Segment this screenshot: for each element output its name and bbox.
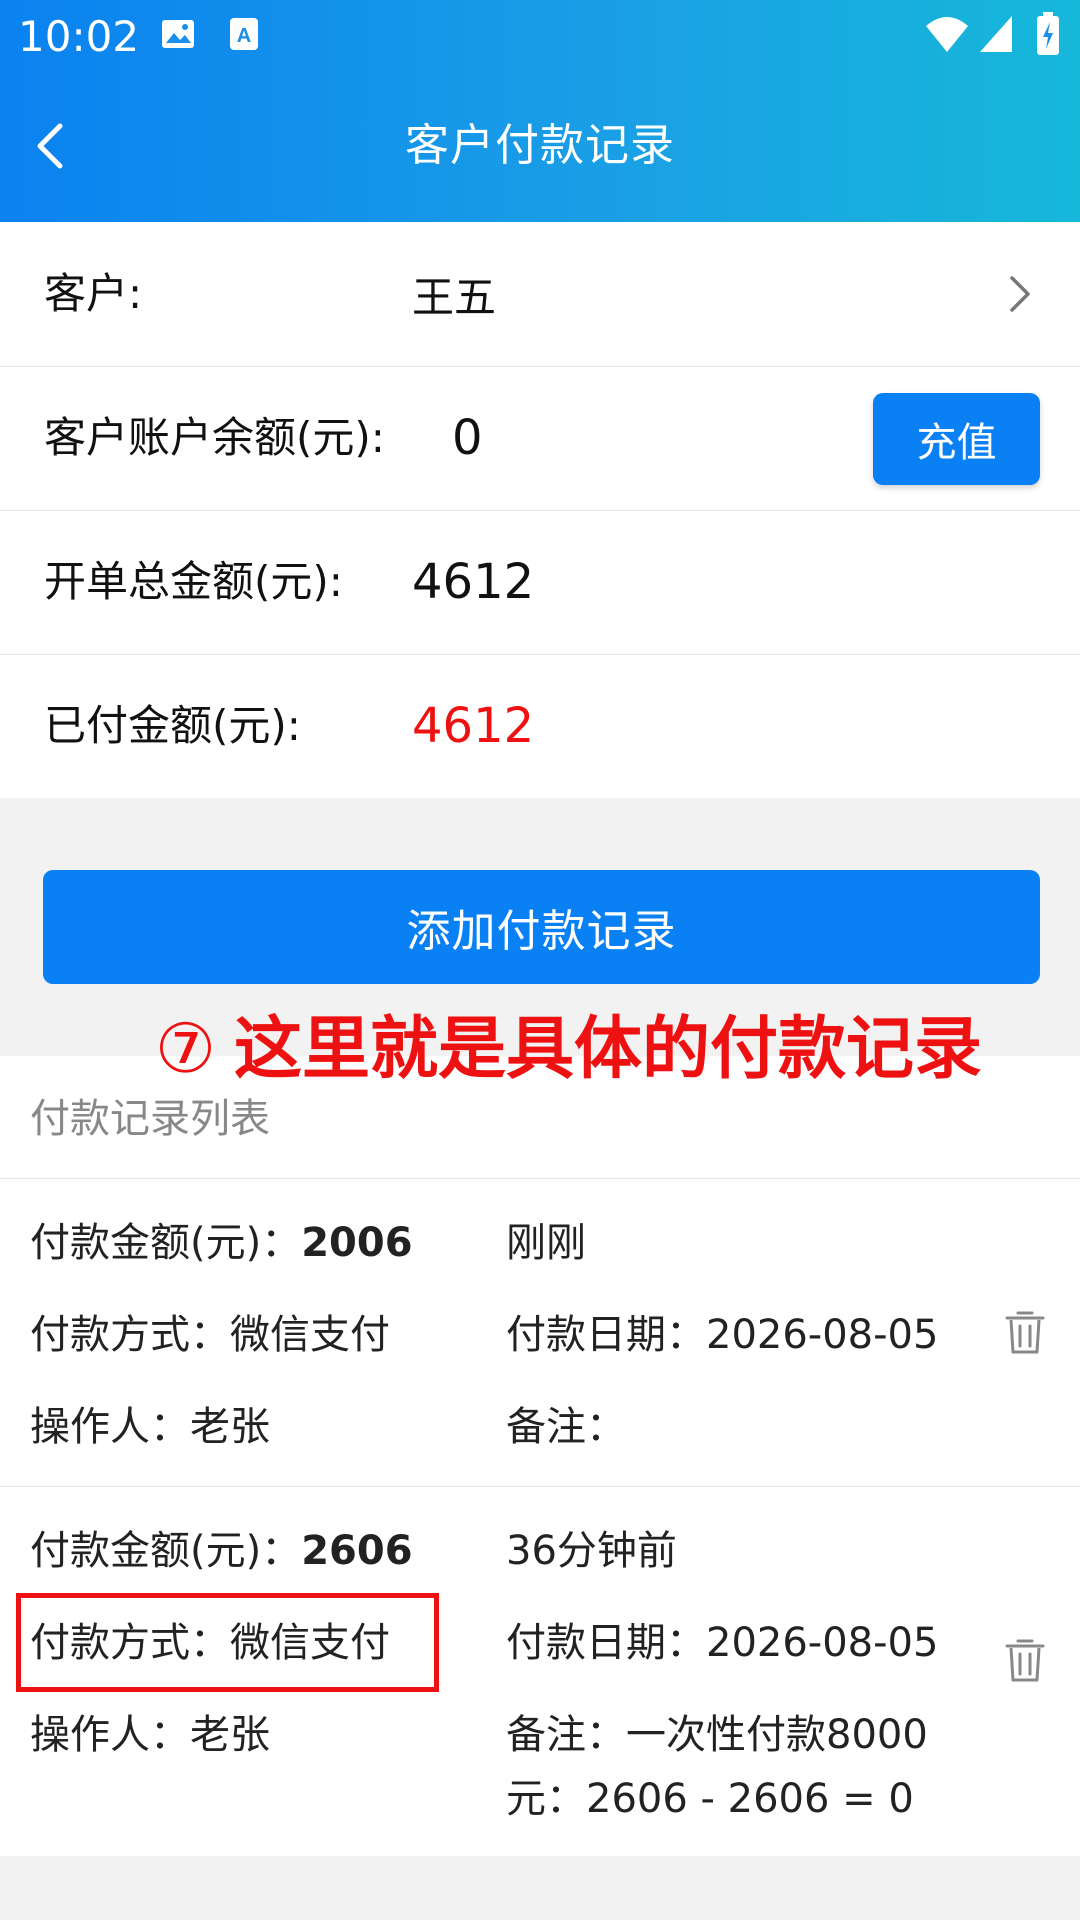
customer-label: 客户: — [44, 269, 143, 318]
note: 备注：一次性付款8000 — [506, 1712, 928, 1758]
paid-row: 已付金额(元): 4612 — [0, 654, 1080, 798]
payment-method: 付款方式：微信支付 — [30, 1312, 390, 1358]
status-time: 10:02 — [18, 12, 140, 61]
list-title: 付款记录列表 — [30, 1096, 270, 1142]
balance-value: 0 — [452, 410, 483, 466]
trash-icon[interactable] — [1004, 1636, 1046, 1684]
add-payment-record-button[interactable]: 添加付款记录 — [43, 870, 1040, 984]
total-value: 4612 — [412, 554, 535, 610]
svg-text:A: A — [237, 25, 251, 47]
recharge-button[interactable]: 充值 — [873, 393, 1040, 485]
balance-label: 客户账户余额(元): — [44, 413, 385, 462]
record-time: 刚刚 — [506, 1220, 586, 1266]
amount-field: 付款金额(元)：2006 — [30, 1220, 413, 1266]
app-header: 10:02 A 客户付款记录 — [0, 0, 1080, 222]
payment-record-item: 付款金额(元)：2006 刚刚 付款方式：微信支付 付款日期：2026-08-0… — [0, 1178, 1080, 1478]
signal-icon — [978, 14, 1014, 58]
highlight-box — [16, 1593, 439, 1692]
payment-record-list: 付款记录列表 付款金额(元)：2006 刚刚 付款方式：微信支付 付款日期：20… — [0, 1056, 1080, 1856]
note: 备注： — [506, 1404, 626, 1450]
customer-row[interactable]: 客户: 王五 — [0, 222, 1080, 367]
payment-date: 付款日期：2026-08-05 — [506, 1312, 939, 1358]
note-continued: 元：2606 - 2606 = 0 — [506, 1776, 914, 1822]
customer-name: 王五 — [412, 273, 497, 322]
operator: 操作人：老张 — [30, 1712, 270, 1758]
amount-value: 2006 — [301, 1220, 413, 1266]
amount-field: 付款金额(元)：2606 — [30, 1528, 413, 1574]
page-title: 客户付款记录 — [405, 120, 675, 171]
annotation-text: 这里就是具体的付款记录 — [233, 1010, 982, 1089]
total-label: 开单总金额(元): — [44, 557, 343, 606]
battery-icon — [1036, 12, 1060, 60]
amount-value: 2606 — [301, 1528, 413, 1574]
trash-icon[interactable] — [1004, 1308, 1046, 1356]
chevron-right-icon — [1008, 274, 1032, 314]
annotation-number: ⑦ — [155, 1010, 216, 1089]
gallery-notification-icon — [160, 16, 196, 56]
font-notification-icon: A — [228, 16, 260, 56]
paid-label: 已付金额(元): — [44, 701, 301, 750]
payment-date: 付款日期：2026-08-05 — [506, 1620, 939, 1666]
total-row: 开单总金额(元): 4612 — [0, 510, 1080, 655]
wifi-icon — [924, 14, 970, 58]
customer-info-panel: 客户: 王五 客户账户余额(元): 0 充值 开单总金额(元): 4612 已付… — [0, 222, 1080, 798]
paid-value: 4612 — [412, 698, 535, 754]
operator: 操作人：老张 — [30, 1404, 270, 1450]
annotation-callout: ⑦ 这里就是具体的付款记录 — [155, 1010, 982, 1090]
record-time: 36分钟前 — [506, 1528, 677, 1574]
